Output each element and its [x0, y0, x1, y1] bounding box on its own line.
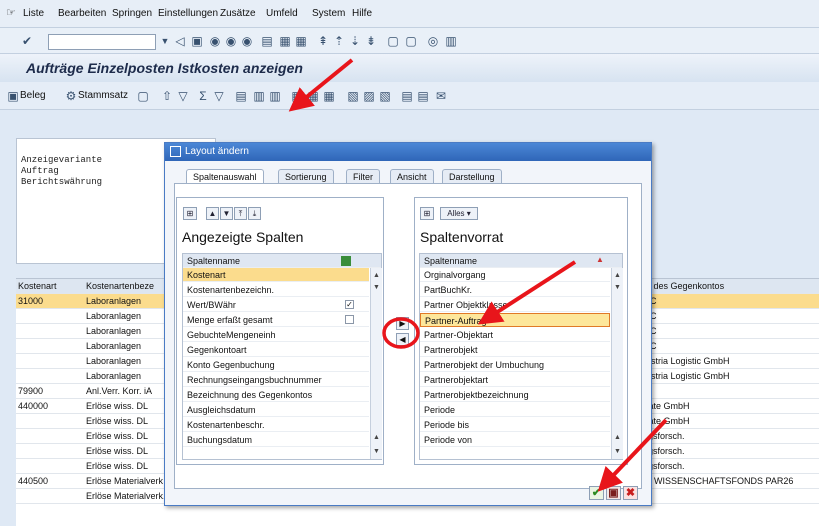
arrow-layout-button: [288, 58, 354, 112]
arrow-partner-auftrag: [477, 260, 577, 325]
annotation-overlay: [288, 58, 668, 492]
arrow-confirm: [597, 418, 668, 492]
circle-move-left: [382, 317, 420, 349]
